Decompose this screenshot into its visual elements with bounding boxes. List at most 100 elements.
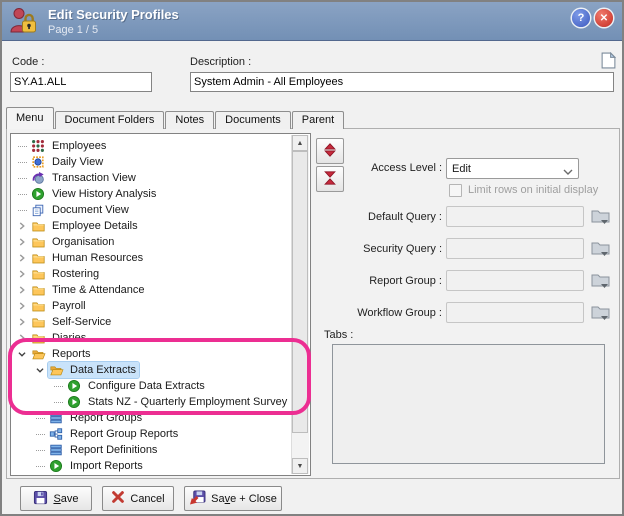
chevron-down-icon[interactable] [14, 346, 30, 362]
workflow-group-lookup-button[interactable] [591, 303, 611, 321]
help-button[interactable]: ? [572, 9, 590, 27]
access-level-value: Edit [452, 163, 471, 175]
tree-item-label: Report Definitions [67, 444, 160, 456]
chevron-right-icon[interactable] [14, 314, 30, 330]
tree-item-label: Rostering [49, 268, 102, 280]
tree-item-reports[interactable]: Reports [12, 346, 292, 362]
report-group-input [446, 270, 584, 291]
tree-item-stats-nz-quarterly-employment-survey[interactable]: Stats NZ - Quarterly Employment Survey [12, 394, 292, 410]
tree-item-label: Reports [49, 348, 94, 360]
chevron-right-icon[interactable] [14, 282, 30, 298]
security-query-lookup-button[interactable] [591, 239, 611, 257]
scroll-down-icon: ▼ [297, 463, 304, 470]
tree-item-transaction-view[interactable]: Transaction View [12, 170, 292, 186]
tree-item-label: Organisation [49, 236, 117, 248]
tree-connector [32, 458, 48, 474]
folder-icon [30, 218, 46, 234]
tree-connector [14, 186, 30, 202]
save-close-button[interactable]: Save + Close [184, 486, 282, 511]
tree-item-label: Report Group Reports [67, 428, 181, 440]
tree-connector [14, 202, 30, 218]
close-button[interactable]: ✕ [595, 9, 613, 27]
folder-icon [30, 330, 46, 346]
tabs-listbox [332, 344, 605, 464]
tab-strip: MenuDocument FoldersNotesDocumentsParent [6, 108, 345, 129]
tree-item-label: Report Groups [67, 412, 145, 424]
tree-item-payroll[interactable]: Payroll [12, 298, 292, 314]
new-document-icon[interactable] [601, 52, 616, 69]
chevron-right-icon[interactable] [14, 330, 30, 346]
folder-icon [30, 250, 46, 266]
tree-connector [32, 410, 48, 426]
folder-icon [30, 266, 46, 282]
tree-item-report-definitions[interactable]: Report Definitions [12, 442, 292, 458]
code-input[interactable] [10, 72, 152, 92]
tree-item-label: Employee Details [49, 220, 141, 232]
tree-connector [32, 426, 48, 442]
tree-item-import-reports[interactable]: Import Reports [12, 458, 292, 474]
save-button[interactable]: Save [20, 486, 92, 511]
chevron-right-icon[interactable] [14, 298, 30, 314]
tree-item-report-group-reports[interactable]: Report Group Reports [12, 426, 292, 442]
cancel-button[interactable]: Cancel [102, 486, 174, 511]
tab-menu[interactable]: Menu [6, 107, 54, 129]
tree-item-time-attendance[interactable]: Time & Attendance [12, 282, 292, 298]
expand-all-button[interactable] [316, 138, 344, 164]
tab-document-folders[interactable]: Document Folders [55, 111, 165, 129]
tree-rows: Employees Daily View Transaction View View … [12, 135, 292, 474]
chevron-down-icon[interactable] [32, 362, 48, 378]
tree-item-rostering[interactable]: Rostering [12, 266, 292, 282]
user-lock-icon [8, 5, 40, 37]
workflow-group-input [446, 302, 584, 323]
description-label: Description : [190, 56, 251, 68]
edit-security-profiles-window: Edit Security Profiles Page 1 / 5 ? ✕ Co… [0, 0, 624, 516]
close-icon: ✕ [600, 13, 608, 24]
save-button-label: Save [53, 493, 78, 505]
limit-rows-checkbox [449, 184, 462, 197]
tree-item-organisation[interactable]: Organisation [12, 234, 292, 250]
code-label: Code : [12, 56, 44, 68]
tree-item-label: View History Analysis [49, 188, 159, 200]
tree-item-label: Time & Attendance [49, 284, 148, 296]
tree-item-human-resources[interactable]: Human Resources [12, 250, 292, 266]
description-input[interactable] [190, 72, 614, 92]
employees-grid-icon [30, 138, 46, 154]
chevron-right-icon[interactable] [14, 234, 30, 250]
scroll-down-button[interactable]: ▼ [292, 458, 308, 474]
tree-scrollbar[interactable]: ▲ ▼ [291, 135, 309, 474]
tree-item-document-view[interactable]: Document View [12, 202, 292, 218]
access-level-label: Access Level : [322, 162, 442, 174]
tree-item-data-extracts[interactable]: Data Extracts [12, 362, 292, 378]
tree-item-employees[interactable]: Employees [12, 138, 292, 154]
chevron-right-icon[interactable] [14, 250, 30, 266]
tree-item-report-groups[interactable]: Report Groups [12, 410, 292, 426]
tree-item-label: Document View [49, 204, 132, 216]
play-icon [30, 186, 46, 202]
tab-parent[interactable]: Parent [292, 111, 344, 129]
tree-item-label: Self-Service [49, 316, 114, 328]
play-icon [48, 458, 64, 474]
chevron-right-icon[interactable] [14, 266, 30, 282]
chevron-right-icon[interactable] [14, 218, 30, 234]
tab-documents[interactable]: Documents [215, 111, 291, 129]
tree-connector [14, 170, 30, 186]
tab-notes[interactable]: Notes [165, 111, 214, 129]
window-title: Edit Security Profiles [48, 7, 179, 22]
access-level-select[interactable]: Edit [446, 158, 579, 179]
security-query-input [446, 238, 584, 259]
security-query-label: Security Query : [322, 243, 442, 255]
floppy-disk-icon [33, 490, 48, 508]
tree-item-diaries[interactable]: Diaries [12, 330, 292, 346]
tree-connector [14, 154, 30, 170]
tree-item-daily-view[interactable]: Daily View [12, 154, 292, 170]
scroll-thumb[interactable] [292, 151, 308, 433]
tree-item-self-service[interactable]: Self-Service [12, 314, 292, 330]
folder-open-icon [48, 362, 64, 378]
tree-item-configure-data-extracts[interactable]: Configure Data Extracts [12, 378, 292, 394]
tree-item-view-history-analysis[interactable]: View History Analysis [12, 186, 292, 202]
scroll-up-button[interactable]: ▲ [292, 135, 308, 151]
tree-item-employee-details[interactable]: Employee Details [12, 218, 292, 234]
default-query-lookup-button[interactable] [591, 207, 611, 225]
report-group-lookup-button[interactable] [591, 271, 611, 289]
tree-item-label: Daily View [49, 156, 106, 168]
